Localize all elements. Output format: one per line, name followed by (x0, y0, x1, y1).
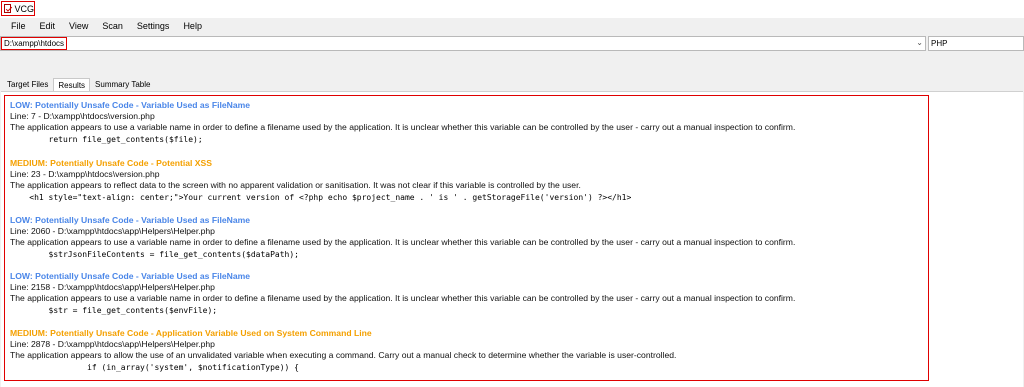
result-item: MEDIUM: Potentially Unsafe Code - Potent… (10, 158, 631, 203)
chevron-down-icon[interactable]: ⌄ (916, 38, 923, 47)
result-item: LOW: Potentially Unsafe Code - Variable … (10, 215, 795, 260)
result-code: $strJsonFileContents = file_get_contents… (10, 249, 299, 259)
result-description: The application appears to use a variabl… (10, 237, 796, 248)
result-item: MEDIUM: Potentially Unsafe Code - Applic… (10, 328, 676, 373)
menu-scan[interactable]: Scan (95, 21, 130, 31)
results-panel: LOW: Potentially Unsafe Code - Variable … (1, 91, 1023, 387)
result-description: The application appears to use a variabl… (10, 122, 796, 133)
target-path-value[interactable]: D:\xampp\htdocs (1, 37, 68, 50)
result-title: LOW: Potentially Unsafe Code - Variable … (10, 100, 251, 110)
result-code: $str = file_get_contents($envFile); (10, 305, 218, 315)
menu-file[interactable]: File (0, 21, 33, 31)
result-title: MEDIUM: Potentially Unsafe Code - Potent… (10, 158, 212, 168)
result-description: The application appears to allow the use… (10, 350, 677, 361)
menu-help[interactable]: Help (176, 21, 209, 31)
result-code: <h1 style="text-align: center;">Your cur… (10, 192, 632, 202)
result-description: The application appears to reflect data … (10, 180, 581, 191)
result-code: if (in_array('system', $notificationType… (10, 362, 299, 372)
result-title: LOW: Potentially Unsafe Code - Variable … (10, 215, 251, 225)
result-code: return file_get_contents($file); (10, 134, 203, 144)
result-line: Line: 2060 - D:\xampp\htdocs\app\Helpers… (10, 226, 215, 236)
menu-edit[interactable]: Edit (33, 21, 63, 31)
window-title-text: VCG (14, 3, 34, 14)
results-list[interactable]: LOW: Potentially Unsafe Code - Variable … (4, 95, 929, 381)
tab-target-files[interactable]: Target Files (3, 78, 52, 92)
target-path-combobox[interactable]: D:\xampp\htdocs ⌄ (0, 36, 926, 51)
result-title: LOW: Potentially Unsafe Code - Variable … (10, 271, 251, 281)
result-line: Line: 23 - D:\xampp\htdocs\version.php (10, 169, 160, 179)
result-line: Line: 2878 - D:\xampp\htdocs\app\Helpers… (10, 339, 215, 349)
result-item: LOW: Potentially Unsafe Code - Variable … (10, 271, 795, 316)
menu-bar: File Edit View Scan Settings Help (0, 18, 1024, 34)
tab-results[interactable]: Results (53, 78, 91, 92)
menu-view[interactable]: View (62, 21, 95, 31)
result-line: Line: 7 - D:\xampp\htdocs\version.php (10, 111, 155, 121)
tab-strip: Target Files Results Summary Table (3, 78, 155, 92)
result-item: LOW: Potentially Unsafe Code - Variable … (10, 100, 795, 145)
menu-settings[interactable]: Settings (130, 21, 177, 31)
tab-summary-table[interactable]: Summary Table (91, 78, 154, 92)
result-description: The application appears to use a variabl… (10, 293, 796, 304)
target-path-row: D:\xampp\htdocs ⌄ PHP (0, 36, 1024, 52)
window-title: VCG (1, 1, 35, 16)
result-title: MEDIUM: Potentially Unsafe Code - Applic… (10, 328, 372, 338)
vcg-app-icon (4, 4, 12, 13)
language-field[interactable]: PHP (928, 36, 1024, 51)
title-bar: VCG (0, 0, 1024, 18)
result-line: Line: 2158 - D:\xampp\htdocs\app\Helpers… (10, 282, 215, 292)
